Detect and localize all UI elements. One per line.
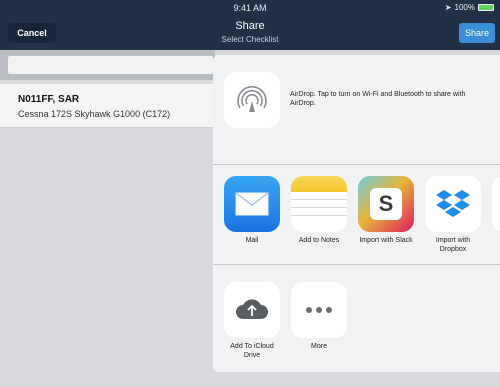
share-app-slack[interactable]: S Import with Slack [358, 176, 414, 245]
list-item[interactable]: N011FF, SAR Cessna 172S Skyhawk G1000 (C… [0, 84, 215, 128]
divider [213, 264, 500, 265]
share-button[interactable]: Share [459, 23, 495, 43]
app-label: Import with Slack [359, 237, 413, 244]
share-app-mail[interactable]: Mail [224, 176, 280, 245]
share-app-partial[interactable] [492, 176, 500, 232]
navigation-bar: 9:41 AM ➤ 100% Cancel Share Select Check… [0, 0, 500, 50]
search-input[interactable] [8, 56, 213, 74]
search-bar [0, 50, 215, 80]
slack-icon: S [358, 176, 414, 232]
nav-subtitle: Select Checklist [221, 35, 279, 44]
app-label: Add to Notes [298, 237, 340, 244]
airdrop-rings [237, 86, 267, 112]
location-icon: ➤ [444, 3, 452, 12]
status-time: 9:41 AM [233, 3, 267, 13]
app-label: Import with Dropbox [435, 237, 471, 253]
share-app-dropbox[interactable]: Import with Dropbox [425, 176, 481, 254]
airdrop-description: AirDrop. Tap to turn on Wi-Fi and Blueto… [290, 91, 466, 107]
mail-icon [224, 176, 280, 232]
app-icon [492, 176, 500, 232]
list-item-subtitle: Cessna 172S Skyhawk G1000 (C172) [18, 109, 171, 119]
status-indicators: ➤ 100% [445, 3, 494, 12]
divider [213, 164, 500, 165]
action-more[interactable]: More [291, 282, 347, 351]
action-add-to-icloud-drive[interactable]: Add To iCloud Drive [224, 282, 280, 360]
nav-title: Share [235, 20, 265, 32]
app-label: Mail [245, 237, 259, 244]
airdrop-icon[interactable] [224, 72, 280, 128]
more-icon [291, 282, 347, 338]
dropbox-icon [425, 176, 481, 232]
battery-percent: 100% [454, 3, 475, 12]
action-label: More [311, 343, 327, 350]
share-sheet: AirDrop. Tap to turn on Wi-Fi and Blueto… [213, 55, 500, 372]
notes-icon [291, 176, 347, 232]
list-item-title: N011FF, SAR [18, 94, 80, 105]
icloud-drive-icon [224, 282, 280, 338]
battery-icon [478, 4, 494, 11]
action-label: Add To iCloud Drive [230, 343, 274, 359]
share-app-notes[interactable]: Add to Notes [291, 176, 347, 245]
